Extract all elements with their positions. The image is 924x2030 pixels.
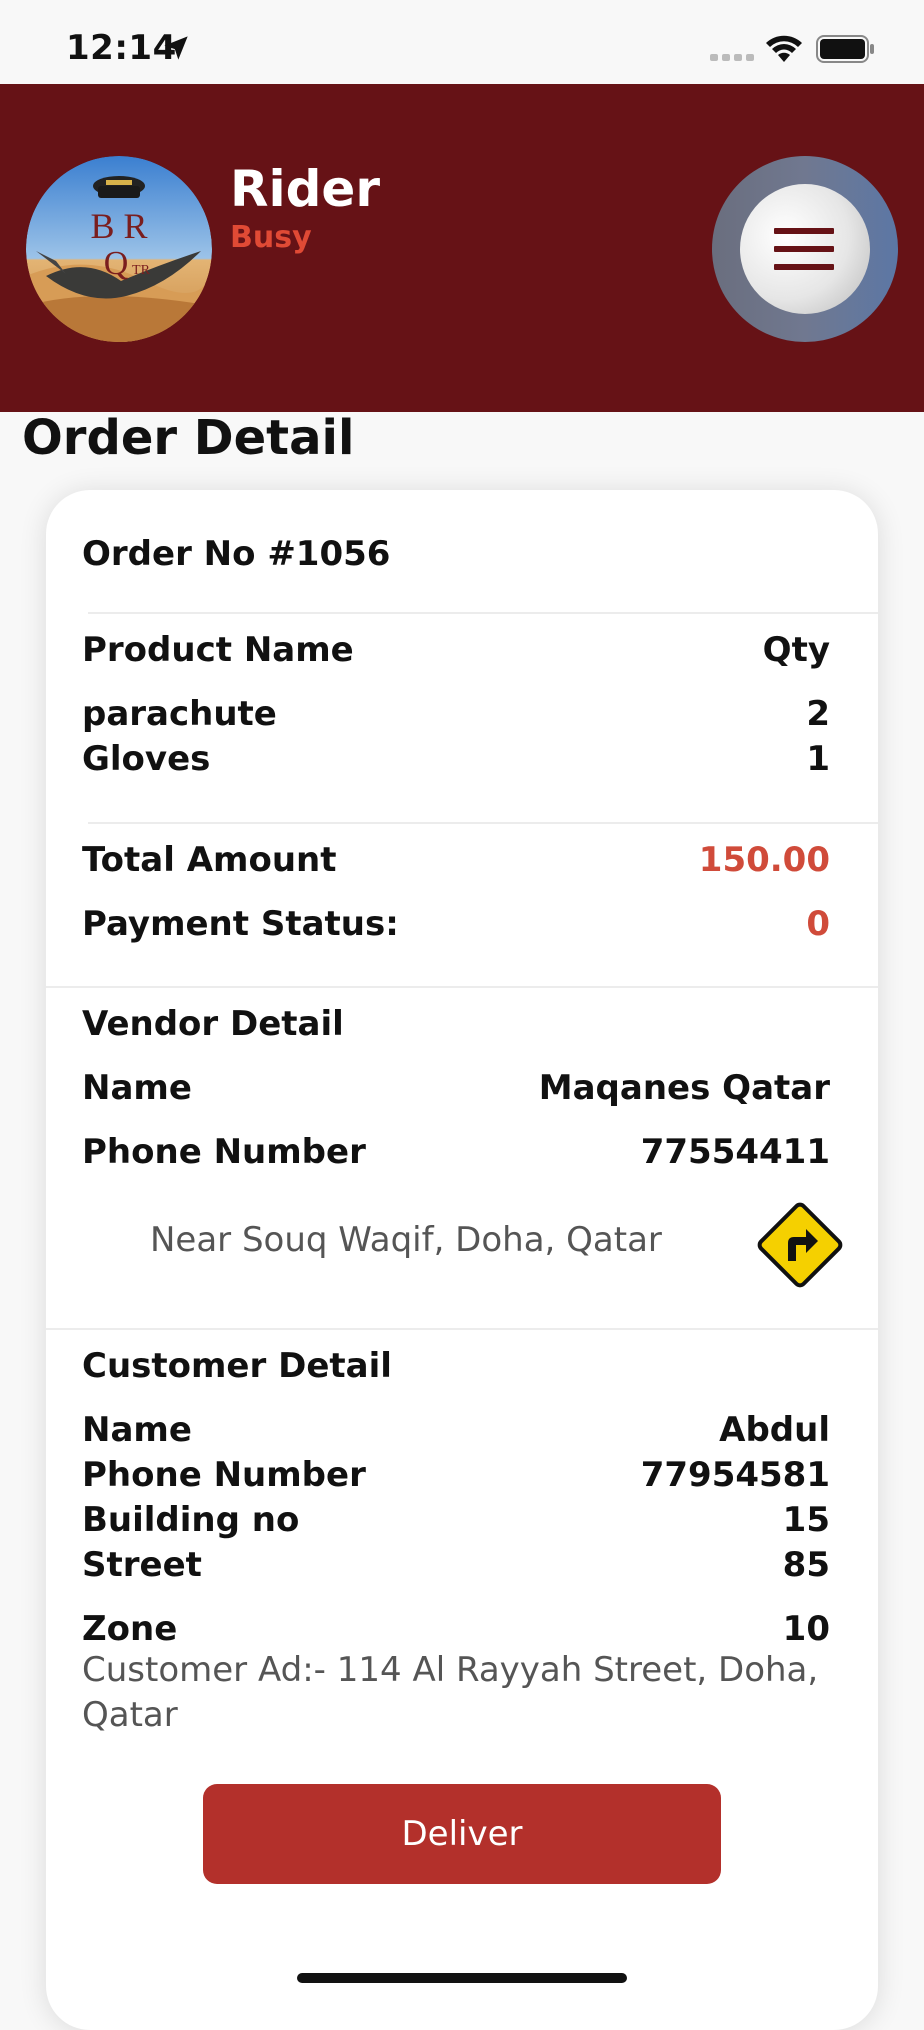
customer-address: Customer Ad:- 114 Al Rayyah Street, Doha…: [82, 1650, 819, 1735]
hamburger-icon-line: [774, 264, 834, 270]
app-header: B R Q TR Rider Busy: [0, 84, 924, 412]
brand-logo: B R Q TR: [26, 156, 212, 342]
logo-text-br: B R: [90, 206, 147, 246]
customer-phone-row: Phone Number 77954581: [82, 1455, 830, 1495]
customer-name-row: Name Abdul: [82, 1410, 830, 1450]
total-amount-label: Total Amount: [82, 840, 337, 880]
menu-button-face[interactable]: [740, 184, 870, 314]
divider: [46, 986, 878, 988]
signal-icon: [710, 54, 754, 61]
menu-button[interactable]: [712, 156, 898, 342]
vendor-phone-value[interactable]: 77554411: [641, 1132, 830, 1172]
customer-detail-title: Customer Detail: [82, 1346, 392, 1386]
product-name: parachute: [82, 694, 277, 734]
order-card: Order No #1056 Product Name Qty parachut…: [46, 490, 878, 2030]
divider: [88, 612, 878, 614]
directions-sign-icon[interactable]: [752, 1197, 848, 1293]
home-indicator: [297, 1973, 627, 1983]
vendor-detail-title: Vendor Detail: [82, 1004, 344, 1044]
total-amount-value: 150.00: [698, 840, 830, 880]
divider: [88, 822, 878, 824]
product-header-row: Product Name Qty: [82, 630, 830, 670]
customer-zone-row: Zone 10: [82, 1609, 830, 1649]
page-title: Order Detail: [22, 410, 355, 466]
location-arrow-icon: [164, 36, 188, 60]
product-row: Gloves 1: [82, 739, 830, 779]
product-name-header: Product Name: [82, 630, 354, 670]
customer-name-label: Name: [82, 1410, 192, 1450]
product-row: parachute 2: [82, 694, 830, 734]
total-amount-row: Total Amount 150.00: [82, 840, 830, 880]
customer-building-value: 15: [782, 1500, 830, 1540]
rider-status: Busy: [230, 220, 312, 255]
payment-status-value: 0: [806, 904, 830, 944]
payment-status-row: Payment Status: 0: [82, 904, 830, 944]
vendor-name-label: Name: [82, 1068, 192, 1108]
hamburger-icon: [774, 228, 834, 234]
customer-building-row: Building no 15: [82, 1500, 830, 1540]
rider-name: Rider: [230, 160, 380, 218]
customer-phone-value[interactable]: 77954581: [641, 1455, 830, 1495]
product-qty: 1: [806, 739, 830, 779]
product-qty: 2: [806, 694, 830, 734]
vendor-address: Near Souq Waqif, Doha, Qatar: [150, 1220, 662, 1260]
product-name: Gloves: [82, 739, 211, 779]
vendor-name-value: Maqanes Qatar: [538, 1068, 830, 1108]
logo-text-tr: TR: [132, 263, 151, 278]
qty-header: Qty: [762, 630, 830, 670]
logo-text-q: Q: [104, 245, 129, 282]
deliver-button[interactable]: Deliver: [203, 1784, 721, 1884]
order-number: Order No #1056: [82, 534, 391, 574]
divider: [46, 1328, 878, 1330]
customer-name-value: Abdul: [719, 1410, 830, 1450]
customer-phone-label: Phone Number: [82, 1455, 366, 1495]
customer-street-value: 85: [782, 1545, 830, 1585]
customer-street-label: Street: [82, 1545, 202, 1585]
customer-zone-label: Zone: [82, 1609, 178, 1649]
vendor-name-row: Name Maqanes Qatar: [82, 1068, 830, 1108]
battery-icon: [816, 35, 874, 63]
customer-street-row: Street 85: [82, 1545, 830, 1585]
customer-building-label: Building no: [82, 1500, 300, 1540]
status-bar: 12:14: [0, 0, 924, 84]
status-time: 12:14: [66, 28, 177, 68]
vendor-phone-label: Phone Number: [82, 1132, 366, 1172]
hamburger-icon-line: [774, 246, 834, 252]
payment-status-label: Payment Status:: [82, 904, 399, 944]
customer-zone-value: 10: [782, 1609, 830, 1649]
wifi-icon: [766, 35, 802, 62]
vendor-phone-row: Phone Number 77554411: [82, 1132, 830, 1172]
